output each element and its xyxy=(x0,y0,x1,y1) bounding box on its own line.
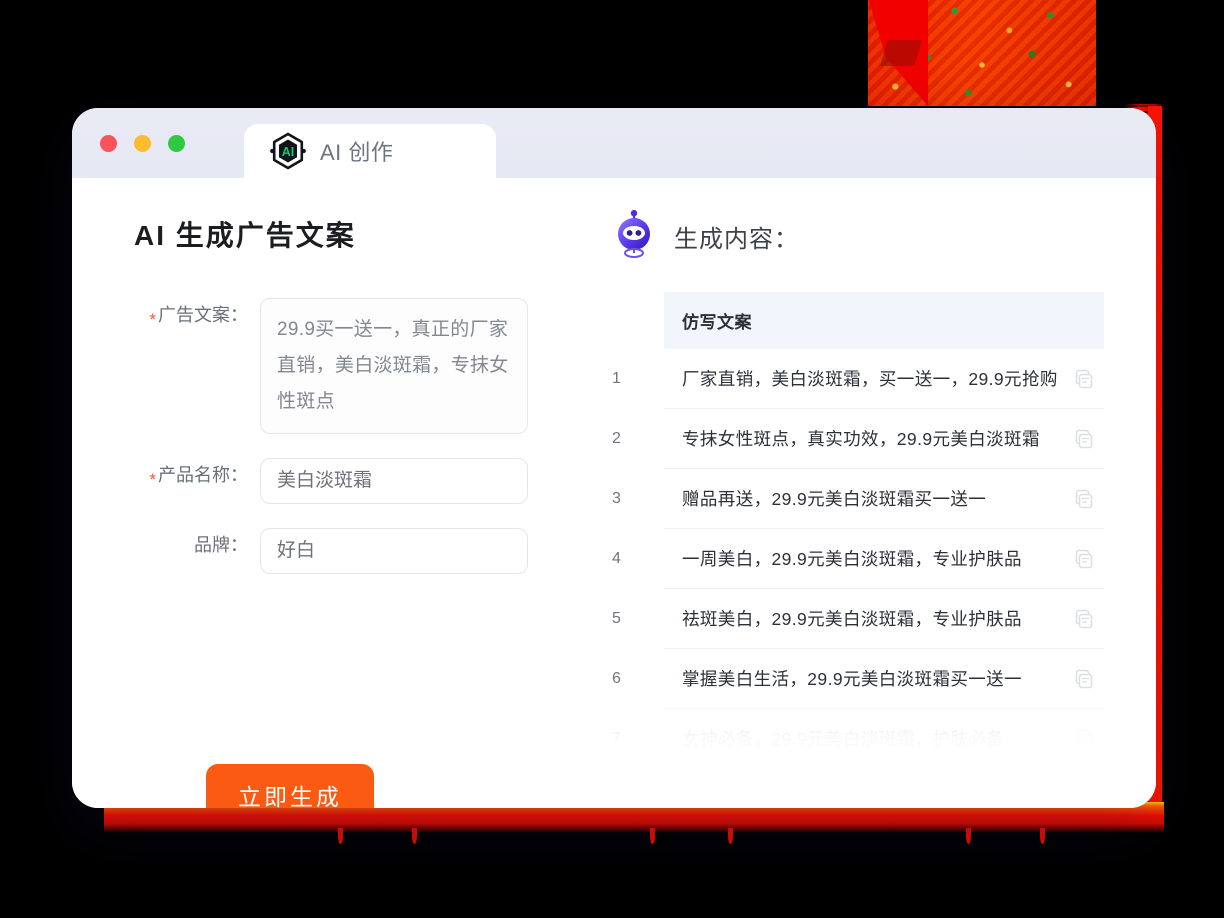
robot-icon xyxy=(612,210,656,262)
app-window: AI AI 创作 AI 生成广告文案 * 广告文案： 29.9买一送一，真正的厂家… xyxy=(72,108,1156,808)
required-marker: * xyxy=(149,310,156,329)
row-index: 1 xyxy=(612,349,664,409)
ad-copy-textarea[interactable]: 29.9买一送一，真正的厂家直销，美白淡斑霜，专抹女性斑点 xyxy=(260,298,528,434)
table-row[interactable]: 5 祛斑美白，29.9元美白淡斑霜，专业护肤品 xyxy=(612,588,1104,649)
traffic-lights xyxy=(100,135,185,152)
page-title: AI 生成广告文案 xyxy=(134,220,356,251)
column-header-action xyxy=(1060,292,1104,349)
svg-text:AI: AI xyxy=(282,145,295,159)
row-index: 5 xyxy=(612,588,664,649)
table-row[interactable]: 6 掌握美白生活，29.9元美白淡斑霜买一送一 xyxy=(612,648,1104,709)
table-row[interactable]: 1 厂家直销，美白淡斑霜，买一送一，29.9元抢购 xyxy=(612,349,1104,409)
decoration-drip xyxy=(966,828,971,844)
field-label-brand: 品牌： xyxy=(194,535,248,555)
field-ad-copy: * 广告文案： 29.9买一送一，真正的厂家直销，美白淡斑霜，专抹女性斑点 xyxy=(132,298,572,434)
decoration-drip xyxy=(650,828,655,844)
results-table: 仿写文案 1 厂家直销，美白淡斑霜，买一送一，29.9元抢购 2 专抹女性斑点，… xyxy=(612,292,1104,769)
required-marker: * xyxy=(149,470,156,489)
row-text: 祛斑美白，29.9元美白淡斑霜，专业护肤品 xyxy=(664,588,1060,649)
table-row[interactable]: 7 女神必备，29.9元美白淡斑霜，护肤必备 xyxy=(612,708,1104,769)
row-text: 女神必备，29.9元美白淡斑霜，护肤必备 xyxy=(664,708,1060,769)
maximize-window-icon[interactable] xyxy=(168,135,185,152)
generate-button[interactable]: 立即生成 xyxy=(206,764,374,808)
form-panel: AI 生成广告文案 * 广告文案： 29.9买一送一，真正的厂家直销，美白淡斑霜，… xyxy=(72,178,572,808)
results-title: 生成内容： xyxy=(674,225,799,253)
tab-ai-creation[interactable]: AI AI 创作 xyxy=(244,124,496,178)
copy-icon[interactable] xyxy=(1074,369,1094,389)
field-brand: 品牌： 好白 xyxy=(132,528,572,574)
product-name-input[interactable]: 美白淡斑霜 xyxy=(260,458,528,504)
column-header-index xyxy=(612,292,664,349)
row-copy-cell[interactable] xyxy=(1060,349,1104,409)
decoration-drip xyxy=(338,828,343,844)
close-window-icon[interactable] xyxy=(100,135,117,152)
row-copy-cell[interactable] xyxy=(1060,468,1104,529)
screenshot-stage: AI AI 创作 AI 生成广告文案 * 广告文案： 29.9买一送一，真正的厂家… xyxy=(0,0,1224,918)
field-label-text: 广告文案： xyxy=(158,305,248,325)
copy-icon[interactable] xyxy=(1074,729,1094,749)
row-text: 赠品再送，29.9元美白淡斑霜买一送一 xyxy=(664,468,1060,529)
window-body: AI 生成广告文案 * 广告文案： 29.9买一送一，真正的厂家直销，美白淡斑霜，… xyxy=(72,178,1156,808)
copy-icon[interactable] xyxy=(1074,669,1094,689)
row-text: 厂家直销，美白淡斑霜，买一送一，29.9元抢购 xyxy=(664,349,1060,409)
table-row[interactable]: 2 专抹女性斑点，真实功效，29.9元美白淡斑霜 xyxy=(612,408,1104,469)
brand-input[interactable]: 好白 xyxy=(260,528,528,574)
field-product-name: * 产品名称： 美白淡斑霜 xyxy=(132,458,572,504)
field-label-text: 产品名称： xyxy=(158,465,248,485)
row-index: 3 xyxy=(612,468,664,529)
results-panel: 生成内容： 仿写文案 1 厂家直销，美白淡斑霜，买一送一，29.9元抢购 2 专… xyxy=(572,178,1156,808)
table-row[interactable]: 3 赠品再送，29.9元美白淡斑霜买一送一 xyxy=(612,468,1104,529)
row-copy-cell[interactable] xyxy=(1060,708,1104,769)
tab-label: AI 创作 xyxy=(320,140,394,165)
copy-icon[interactable] xyxy=(1074,429,1094,449)
field-label-ad-copy: * 广告文案： xyxy=(132,298,260,333)
decoration-drip xyxy=(728,828,733,844)
row-copy-cell[interactable] xyxy=(1060,648,1104,709)
row-index: 2 xyxy=(612,408,664,469)
row-copy-cell[interactable] xyxy=(1060,588,1104,649)
results-header: 生成内容： xyxy=(612,210,1104,262)
row-index: 7 xyxy=(612,708,664,769)
row-copy-cell[interactable] xyxy=(1060,408,1104,469)
table-header-row: 仿写文案 xyxy=(612,292,1104,349)
row-index: 6 xyxy=(612,648,664,709)
decoration-drip xyxy=(412,828,417,844)
column-header-copy: 仿写文案 xyxy=(664,292,1060,349)
decoration-drip xyxy=(1040,828,1045,844)
field-label-product-name: * 产品名称： xyxy=(132,458,260,493)
row-copy-cell[interactable] xyxy=(1060,528,1104,589)
copy-icon[interactable] xyxy=(1074,489,1094,509)
row-index: 4 xyxy=(612,528,664,589)
results-table-wrap: 仿写文案 1 厂家直销，美白淡斑霜，买一送一，29.9元抢购 2 专抹女性斑点，… xyxy=(612,292,1104,769)
minimize-window-icon[interactable] xyxy=(134,135,151,152)
row-text: 一周美白，29.9元美白淡斑霜，专业护肤品 xyxy=(664,528,1060,589)
copy-icon[interactable] xyxy=(1074,549,1094,569)
results-table-body: 1 厂家直销，美白淡斑霜，买一送一，29.9元抢购 2 专抹女性斑点，真实功效，… xyxy=(612,349,1104,769)
row-text: 掌握美白生活，29.9元美白淡斑霜买一送一 xyxy=(664,648,1060,709)
window-titlebar: AI AI 创作 xyxy=(72,108,1156,178)
table-row[interactable]: 4 一周美白，29.9元美白淡斑霜，专业护肤品 xyxy=(612,528,1104,589)
row-text: 专抹女性斑点，真实功效，29.9元美白淡斑霜 xyxy=(664,408,1060,469)
copy-icon[interactable] xyxy=(1074,609,1094,629)
ai-logo-icon: AI xyxy=(268,131,308,171)
